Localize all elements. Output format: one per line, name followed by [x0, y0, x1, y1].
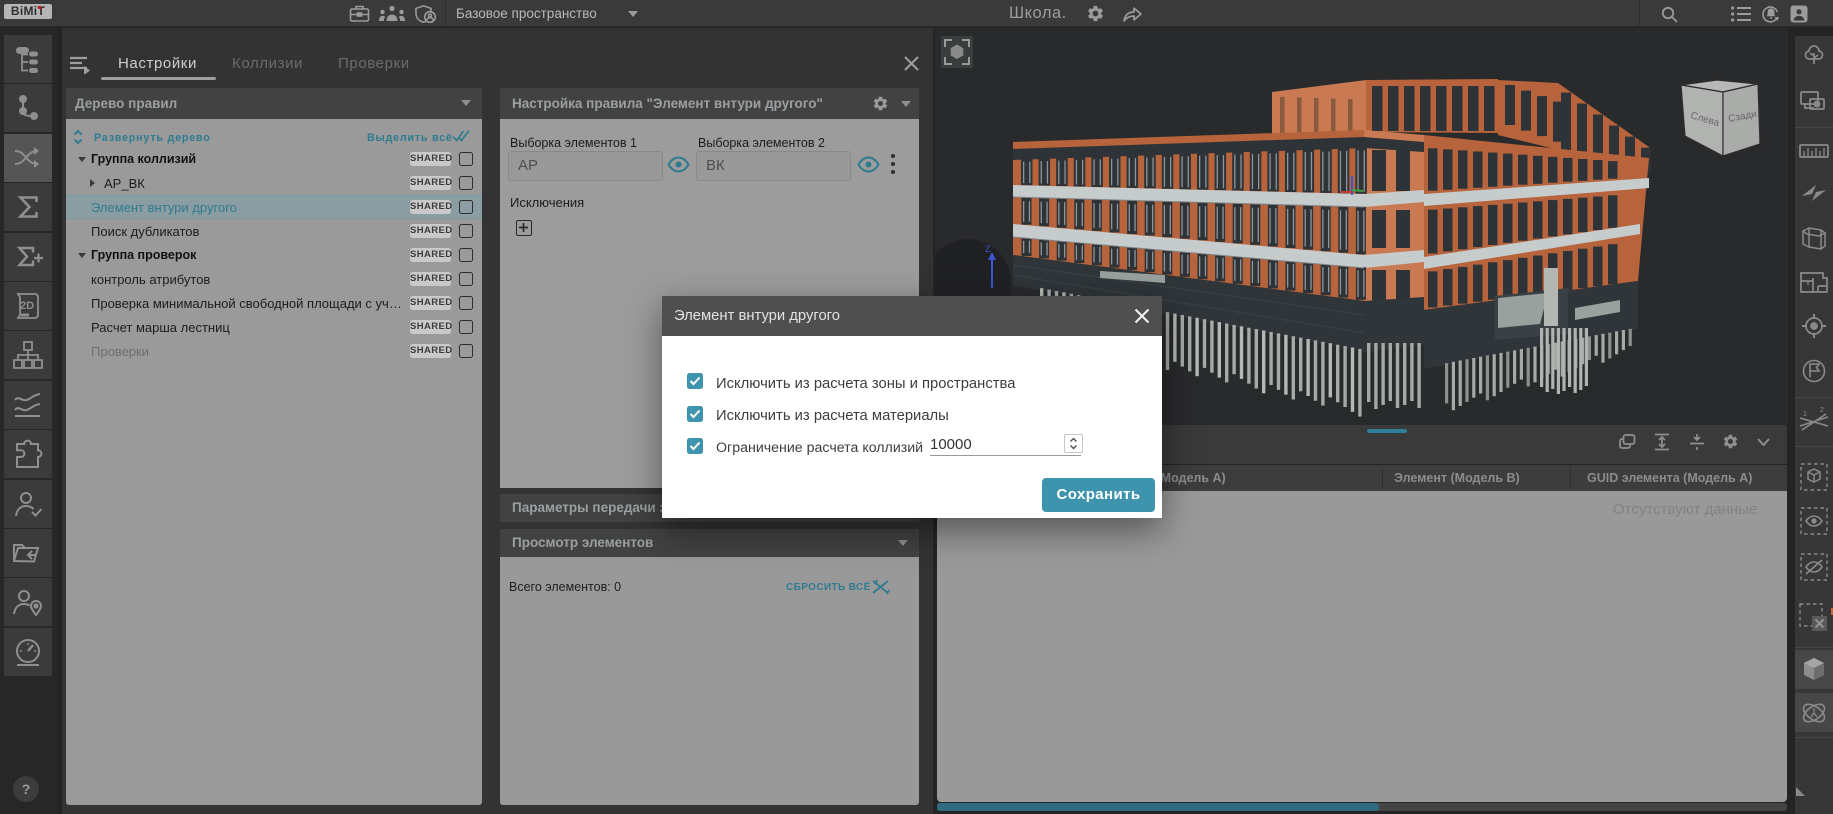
svg-text:Z: Z — [985, 244, 991, 254]
svg-text:2: 2 — [1820, 407, 1824, 414]
svg-text:2D: 2D — [20, 300, 34, 312]
svg-text:1: 1 — [1803, 411, 1807, 418]
